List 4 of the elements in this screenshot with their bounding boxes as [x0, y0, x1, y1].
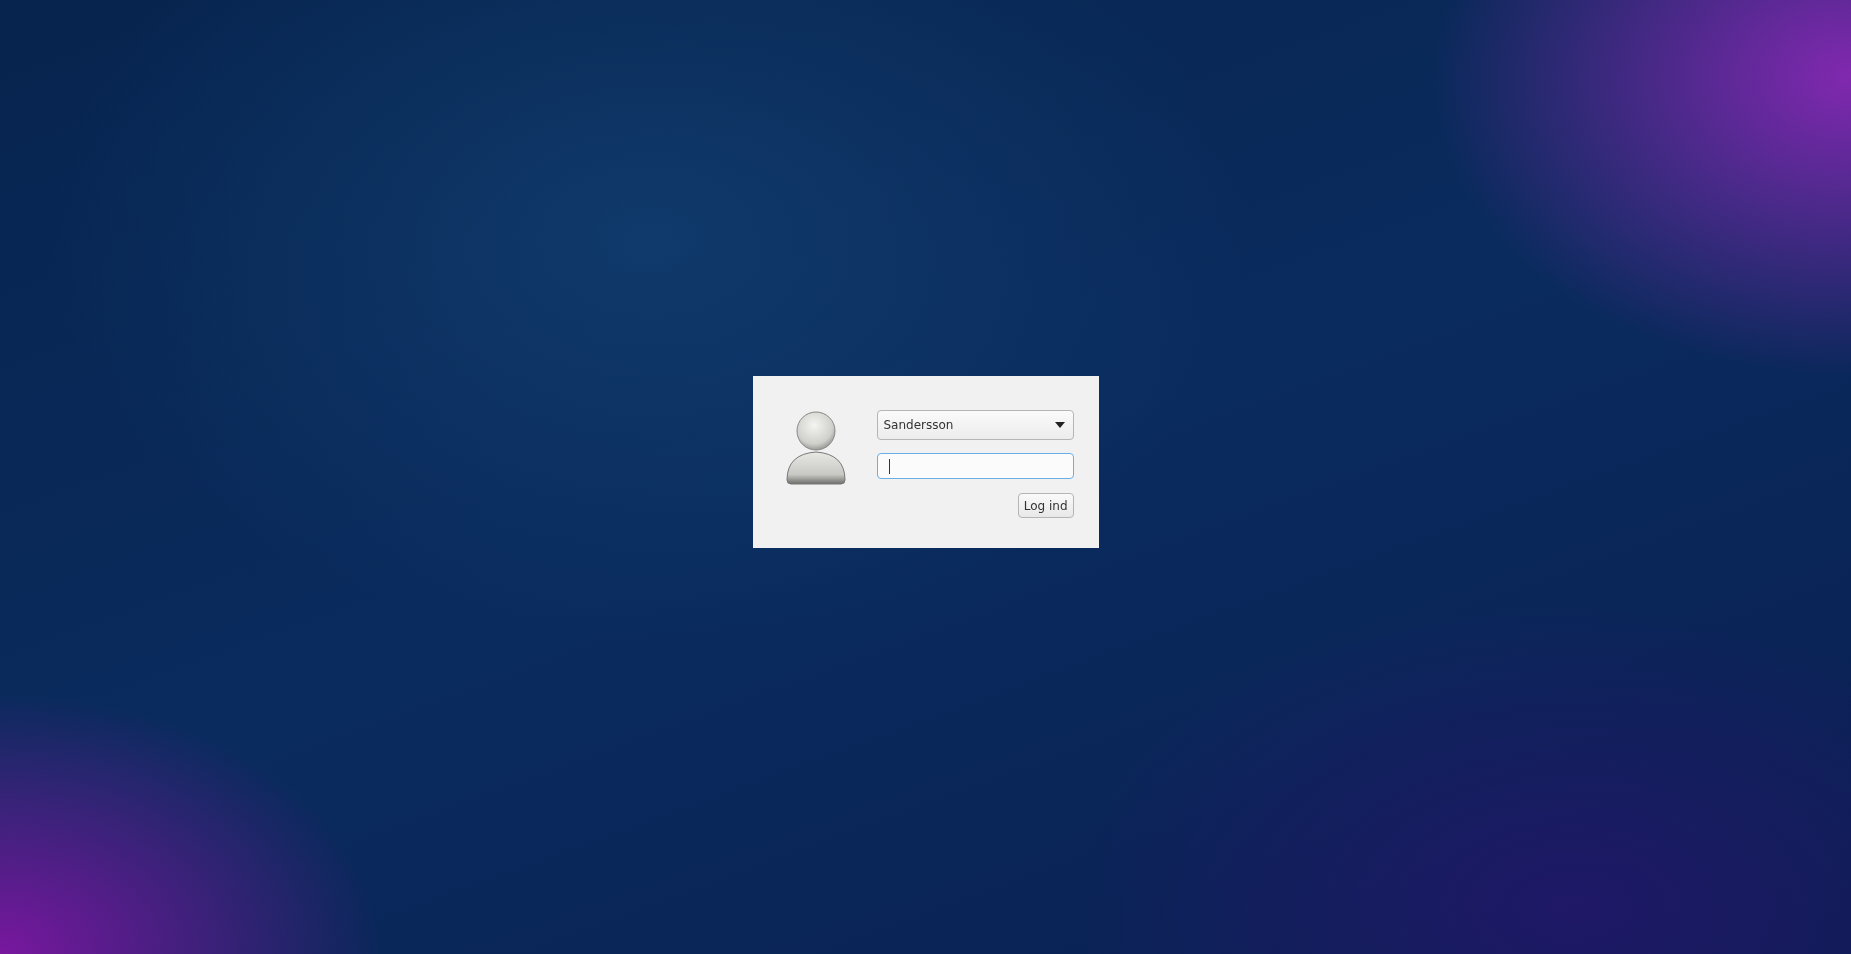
password-field[interactable] — [876, 453, 1074, 479]
caret-icon — [1054, 422, 1065, 428]
user-dropdown[interactable]: Sandersson — [876, 410, 1074, 440]
login-button[interactable]: Log ind — [1017, 493, 1074, 518]
